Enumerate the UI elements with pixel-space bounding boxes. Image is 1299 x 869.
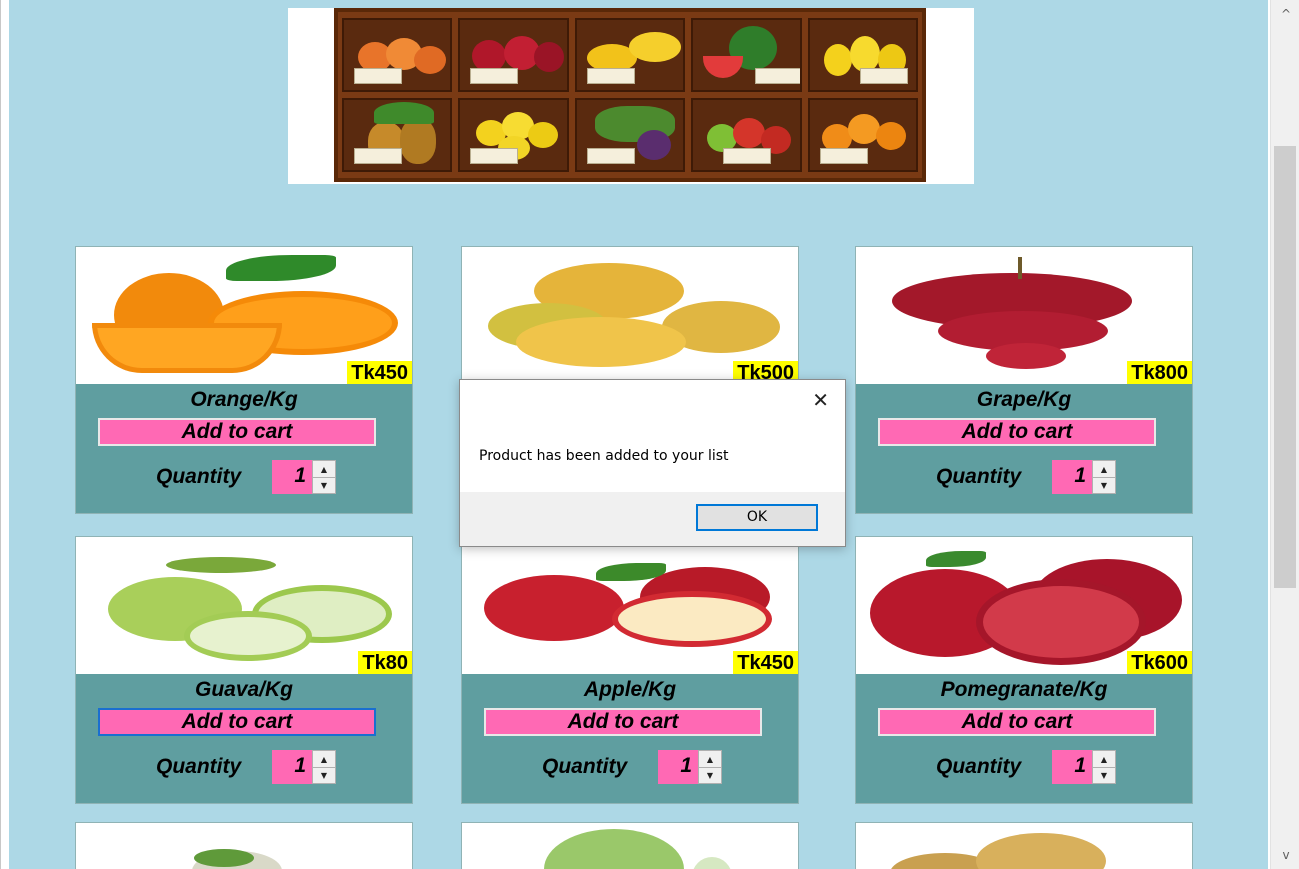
price-tag: Tk450 bbox=[347, 361, 412, 384]
product-card-cabbage bbox=[461, 822, 799, 869]
quantity-label: Quantity bbox=[156, 465, 242, 488]
product-name: Pomegranate/Kg bbox=[940, 678, 1108, 701]
quantity-label: Quantity bbox=[936, 465, 1022, 488]
cubby-watermelon bbox=[691, 18, 802, 92]
dialog-footer: OK bbox=[460, 492, 845, 546]
product-name: Orange/Kg bbox=[190, 388, 298, 411]
price-tag: Tk600 bbox=[1127, 651, 1192, 674]
price-tag: Tk800 bbox=[1127, 361, 1192, 384]
cubby-grape bbox=[574, 98, 686, 172]
spin-buttons[interactable]: ▲ ▼ bbox=[312, 750, 336, 784]
add-to-cart-button[interactable]: Add to cart bbox=[484, 708, 762, 736]
dialog-message: Product has been added to your list bbox=[479, 448, 729, 464]
cabbage-image bbox=[462, 823, 798, 869]
product-card-potato bbox=[855, 822, 1193, 869]
product-name: Apple/Kg bbox=[583, 678, 677, 701]
vertical-scrollbar[interactable]: ^ v bbox=[1270, 0, 1299, 869]
quantity-stepper[interactable]: 1 ▲ ▼ bbox=[272, 460, 338, 494]
apple-image: Tk450 bbox=[462, 537, 798, 674]
product-card-orange: Tk450 Orange/Kg Add to cart Quantity 1 ▲… bbox=[75, 246, 413, 514]
decrement-icon[interactable]: ▼ bbox=[699, 767, 721, 783]
spin-buttons[interactable]: ▲ ▼ bbox=[312, 460, 336, 494]
decrement-icon[interactable]: ▼ bbox=[313, 767, 335, 783]
product-name: Guava/Kg bbox=[194, 678, 294, 701]
fruit-shelf-banner bbox=[288, 8, 974, 184]
ok-button[interactable]: OK bbox=[696, 504, 818, 531]
quantity-label: Quantity bbox=[542, 755, 628, 778]
add-to-cart-button[interactable]: Add to cart bbox=[878, 708, 1156, 736]
increment-icon[interactable]: ▲ bbox=[1093, 461, 1115, 477]
scrollbar-thumb[interactable] bbox=[1274, 146, 1296, 588]
pomegranate-image: Tk600 bbox=[856, 537, 1192, 674]
product-card-grape: Tk800 Grape/Kg Add to cart Quantity 1 ▲ … bbox=[855, 246, 1193, 514]
cubby-lemon bbox=[458, 98, 569, 172]
quantity-stepper[interactable]: 1 ▲ ▼ bbox=[658, 750, 724, 784]
quantity-value[interactable]: 1 bbox=[272, 750, 312, 784]
cubby-peach bbox=[342, 18, 453, 92]
scroll-up-icon[interactable]: ^ bbox=[1271, 0, 1299, 28]
cubby-melon bbox=[574, 18, 686, 92]
cubby-orange bbox=[807, 98, 918, 172]
add-to-cart-button[interactable]: Add to cart bbox=[878, 418, 1156, 446]
cauliflower-image bbox=[76, 823, 412, 869]
cubby-pineapple bbox=[342, 98, 453, 172]
quantity-value[interactable]: 1 bbox=[272, 460, 312, 494]
quantity-stepper[interactable]: 1 ▲ ▼ bbox=[1052, 750, 1118, 784]
app-window: Tk450 Orange/Kg Add to cart Quantity 1 ▲… bbox=[0, 0, 1299, 869]
add-to-cart-button[interactable]: Add to cart bbox=[98, 418, 376, 446]
shelf-illustration bbox=[334, 8, 926, 182]
product-card-cauliflower bbox=[75, 822, 413, 869]
quantity-stepper[interactable]: 1 ▲ ▼ bbox=[1052, 460, 1118, 494]
quantity-value[interactable]: 1 bbox=[1052, 750, 1092, 784]
increment-icon[interactable]: ▲ bbox=[1093, 751, 1115, 767]
cubby-apple bbox=[691, 98, 802, 172]
scroll-down-icon[interactable]: v bbox=[1271, 841, 1299, 869]
product-card-apple: Tk450 Apple/Kg Add to cart Quantity 1 ▲ … bbox=[461, 536, 799, 804]
cubby-pomegranate bbox=[458, 18, 569, 92]
potato-image bbox=[856, 823, 1192, 869]
close-icon[interactable]: ✕ bbox=[812, 390, 829, 410]
increment-icon[interactable]: ▲ bbox=[313, 751, 335, 767]
quantity-label: Quantity bbox=[156, 755, 242, 778]
price-tag: Tk450 bbox=[733, 651, 798, 674]
increment-icon[interactable]: ▲ bbox=[313, 461, 335, 477]
mango-image: Tk500 bbox=[462, 247, 798, 384]
price-tag: Tk80 bbox=[358, 651, 412, 674]
product-card-pomegranate: Tk600 Pomegranate/Kg Add to cart Quantit… bbox=[855, 536, 1193, 804]
spin-buttons[interactable]: ▲ ▼ bbox=[1092, 750, 1116, 784]
grape-image: Tk800 bbox=[856, 247, 1192, 384]
message-dialog: ✕ Product has been added to your list OK bbox=[459, 379, 846, 547]
orange-image: Tk450 bbox=[76, 247, 412, 384]
guava-image: Tk80 bbox=[76, 537, 412, 674]
spin-buttons[interactable]: ▲ ▼ bbox=[698, 750, 722, 784]
product-name: Grape/Kg bbox=[976, 388, 1072, 411]
cubby-pear bbox=[807, 18, 918, 92]
spin-buttons[interactable]: ▲ ▼ bbox=[1092, 460, 1116, 494]
quantity-stepper[interactable]: 1 ▲ ▼ bbox=[272, 750, 338, 784]
increment-icon[interactable]: ▲ bbox=[699, 751, 721, 767]
product-card-guava: Tk80 Guava/Kg Add to cart Quantity 1 ▲ ▼ bbox=[75, 536, 413, 804]
decrement-icon[interactable]: ▼ bbox=[1093, 767, 1115, 783]
decrement-icon[interactable]: ▼ bbox=[313, 477, 335, 493]
decrement-icon[interactable]: ▼ bbox=[1093, 477, 1115, 493]
quantity-value[interactable]: 1 bbox=[658, 750, 698, 784]
quantity-value[interactable]: 1 bbox=[1052, 460, 1092, 494]
quantity-label: Quantity bbox=[936, 755, 1022, 778]
add-to-cart-button[interactable]: Add to cart bbox=[98, 708, 376, 736]
